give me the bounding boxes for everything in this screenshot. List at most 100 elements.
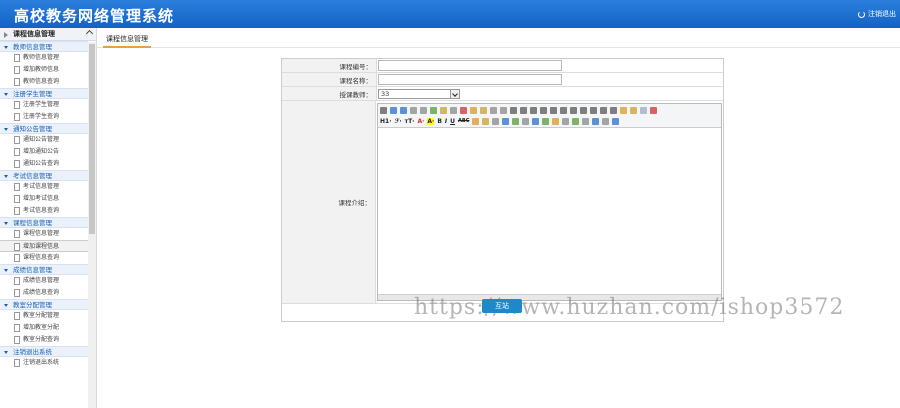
toolbar-button-icon[interactable]: [440, 107, 447, 114]
toolbar-button-icon[interactable]: [430, 107, 437, 114]
toolbar-button-icon[interactable]: [400, 107, 407, 114]
sidebar-item[interactable]: 成绩信息管理: [0, 275, 88, 287]
sidebar-group-label: 成绩信息管理: [13, 266, 52, 274]
course-name-label: 课程名称：: [282, 73, 377, 86]
editor-content-area[interactable]: [378, 129, 721, 294]
toolbar-button-icon[interactable]: [390, 107, 397, 114]
font-color-button[interactable]: A·: [417, 118, 424, 125]
toolbar-button-icon[interactable]: [550, 107, 557, 114]
font-family-button[interactable]: ℱ·: [394, 118, 401, 125]
underline-button[interactable]: U: [450, 118, 455, 125]
chevron-up-icon[interactable]: [85, 29, 94, 38]
toolbar-button-icon[interactable]: [602, 118, 610, 125]
toolbar-button-icon[interactable]: [530, 107, 537, 114]
form-row-course-no: 课程编号：: [282, 59, 723, 73]
toolbar-button-icon[interactable]: [572, 118, 580, 125]
sidebar-item[interactable]: 增加教室分配: [0, 322, 88, 334]
toolbar-button-icon[interactable]: [560, 107, 567, 114]
heading-button[interactable]: H1·: [380, 118, 391, 125]
toolbar-button-icon[interactable]: [562, 118, 570, 125]
toolbar-button-icon[interactable]: [552, 118, 560, 125]
toolbar-button-icon[interactable]: [510, 107, 517, 114]
sidebar-group-title[interactable]: 考试信息管理: [0, 170, 88, 181]
sidebar-group-title[interactable]: 注销退出系统: [0, 346, 88, 357]
toolbar-button-icon[interactable]: [480, 107, 487, 114]
toolbar-button-icon[interactable]: [500, 107, 507, 114]
document-icon: [14, 183, 20, 191]
sidebar-item[interactable]: 课程信息管理: [0, 228, 88, 240]
highlight-button[interactable]: A·: [427, 118, 435, 125]
sidebar-item[interactable]: 课程信息查询: [0, 252, 88, 264]
toolbar-button-icon[interactable]: [540, 107, 547, 114]
sidebar-item[interactable]: 教室分配查询: [0, 334, 88, 346]
tab-course-info[interactable]: 课程信息管理: [103, 34, 151, 48]
toolbar-button-icon[interactable]: [472, 118, 480, 125]
form-row-intro: 课程介绍： H1· ℱ· ᴛT· A· A· B I U ABC: [282, 101, 723, 304]
sidebar-group-title[interactable]: 成绩信息管理: [0, 264, 88, 275]
power-icon: [858, 10, 865, 18]
toolbar-button-icon[interactable]: [470, 107, 477, 114]
sidebar-item[interactable]: 增加通知公告: [0, 146, 88, 158]
sidebar-scrollbar[interactable]: [88, 42, 96, 408]
sidebar-item[interactable]: 增加课程信息: [0, 240, 88, 252]
sidebar-group-title[interactable]: 通知公告管理: [0, 123, 88, 134]
toolbar-button-icon[interactable]: [410, 107, 417, 114]
toolbar-button-icon[interactable]: [512, 118, 520, 125]
toolbar-button-icon[interactable]: [610, 107, 617, 114]
bold-button[interactable]: B: [437, 118, 442, 125]
toolbar-button-icon[interactable]: [502, 118, 510, 125]
sidebar-item[interactable]: 通知公告查询: [0, 158, 88, 170]
toolbar-button-icon[interactable]: [580, 107, 587, 114]
sidebar-item[interactable]: 注册学生查询: [0, 111, 88, 123]
toolbar-button-icon[interactable]: [630, 107, 637, 114]
sidebar-item-label: 课程信息管理: [23, 230, 60, 237]
document-icon: [14, 113, 20, 121]
sidebar-group-title[interactable]: 教师信息管理: [0, 41, 88, 52]
course-no-input[interactable]: [378, 60, 562, 71]
toolbar-button-icon[interactable]: [450, 107, 457, 114]
font-size-button[interactable]: ᴛT·: [405, 118, 415, 125]
toolbar-button-icon[interactable]: [570, 107, 577, 114]
strikethrough-button[interactable]: ABC: [458, 118, 469, 125]
toolbar-button-icon[interactable]: [482, 118, 490, 125]
toolbar-button-icon[interactable]: [460, 107, 467, 114]
toolbar-button-icon[interactable]: [600, 107, 607, 114]
italic-button[interactable]: I: [445, 118, 447, 125]
logout-button[interactable]: 注销退出: [858, 9, 896, 19]
sidebar-item[interactable]: 成绩信息查询: [0, 287, 88, 299]
toolbar-button-icon[interactable]: [522, 118, 530, 125]
sidebar-item[interactable]: 注册学生管理: [0, 99, 88, 111]
toolbar-button-icon[interactable]: [492, 118, 500, 125]
toolbar-button-icon[interactable]: [612, 118, 620, 125]
sidebar-item-label: 考试信息查询: [23, 207, 60, 214]
chevron-down-icon[interactable]: [450, 90, 459, 98]
toolbar-button-icon[interactable]: [582, 118, 590, 125]
sidebar-item[interactable]: 教室分配管理: [0, 310, 88, 322]
course-name-input[interactable]: [378, 74, 562, 85]
toolbar-button-icon[interactable]: [542, 118, 550, 125]
sidebar-item[interactable]: 教师信息管理: [0, 52, 88, 64]
toolbar-button-icon[interactable]: [420, 107, 427, 114]
toolbar-button-icon[interactable]: [490, 107, 497, 114]
sidebar-item[interactable]: 通知公告管理: [0, 134, 88, 146]
toolbar-button-icon[interactable]: [532, 118, 540, 125]
sidebar-group-title[interactable]: 课程信息管理: [0, 217, 88, 228]
toolbar-button-icon[interactable]: [520, 107, 527, 114]
sidebar-item[interactable]: 教师信息查询: [0, 76, 88, 88]
sidebar-item[interactable]: 考试信息查询: [0, 205, 88, 217]
scrollbar-thumb[interactable]: [89, 44, 95, 234]
sidebar-item[interactable]: 增加教师信息: [0, 64, 88, 76]
sidebar-header[interactable]: 课程信息管理: [0, 28, 96, 41]
sidebar-group-title[interactable]: 注册学生管理: [0, 88, 88, 99]
sidebar-item[interactable]: 考试信息管理: [0, 181, 88, 193]
toolbar-button-icon[interactable]: [650, 107, 657, 114]
toolbar-button-icon[interactable]: [640, 107, 647, 114]
toolbar-button-icon[interactable]: [620, 107, 627, 114]
toolbar-button-icon[interactable]: [590, 107, 597, 114]
sidebar-group-title[interactable]: 教室分配管理: [0, 299, 88, 310]
sidebar-item[interactable]: 增加考试信息: [0, 193, 88, 205]
sidebar-item[interactable]: 注销退出系统: [0, 357, 88, 369]
toolbar-button-icon[interactable]: [592, 118, 600, 125]
toolbar-button-icon[interactable]: [380, 107, 387, 114]
teacher-select[interactable]: 33: [378, 89, 460, 99]
